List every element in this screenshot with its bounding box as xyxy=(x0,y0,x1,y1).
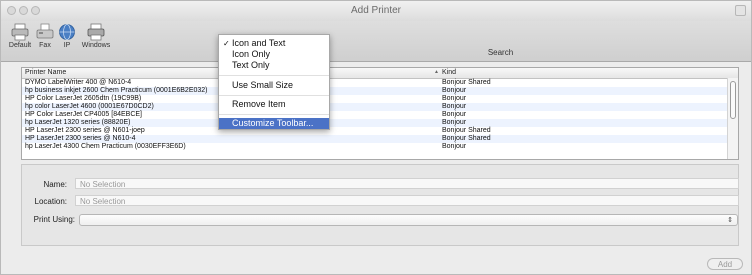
toolbar-item-label: Windows xyxy=(81,42,111,49)
printer-name: HP Color LaserJet CP4005 [84EBCE] xyxy=(25,111,142,118)
menu-item-customize-toolbar[interactable]: Customize Toolbar... xyxy=(219,118,329,129)
printer-row[interactable]: hp LaserJet 4300 Chem Practicum (0030EFF… xyxy=(22,143,728,151)
checkmark-icon: ✓ xyxy=(223,39,230,48)
name-field[interactable] xyxy=(75,178,739,189)
printer-row[interactable]: hp LaserJet 1320 series (88820E) Bonjour xyxy=(22,119,728,127)
printer-list-header: Printer Name ▲ Kind xyxy=(22,68,738,79)
menu-item-label: Customize Toolbar... xyxy=(232,118,314,128)
printer-kind: Bonjour xyxy=(442,143,467,150)
toolbar-item-default[interactable]: Default xyxy=(5,23,35,49)
printer-kind: Bonjour xyxy=(442,95,467,102)
menu-item-text-only[interactable]: Text Only xyxy=(219,60,329,71)
menu-separator xyxy=(219,114,329,115)
printer-name: HP Color LaserJet 2605dtn (19C99B) xyxy=(25,95,142,102)
location-label: Location: xyxy=(34,197,67,206)
column-header-printer-name[interactable]: Printer Name xyxy=(25,69,66,76)
print-using-popup[interactable]: ⇕ xyxy=(79,214,738,226)
printer-name: hp LaserJet 1320 series (88820E) xyxy=(25,119,131,126)
menu-item-icon-and-text[interactable]: ✓ Icon and Text xyxy=(219,38,329,49)
toolbar-item-label: Fax xyxy=(39,42,51,49)
name-label: Name: xyxy=(43,180,67,189)
windows-printer-icon xyxy=(87,23,105,41)
menu-item-use-small-size[interactable]: Use Small Size xyxy=(219,80,329,91)
window-title: Add Printer xyxy=(350,5,402,16)
column-header-kind[interactable]: Kind xyxy=(442,69,456,76)
printer-name: DYMO LabelWriter 400 @ N610-4 xyxy=(25,79,132,86)
menu-separator xyxy=(219,95,329,96)
toolbar-item-ip[interactable]: IP xyxy=(56,23,78,49)
menu-item-label: Text Only xyxy=(232,60,270,70)
printer-name: hp color LaserJet 4600 (0001E67D0CD2) xyxy=(25,103,154,110)
add-button[interactable]: Add xyxy=(707,258,743,270)
printer-row[interactable]: HP Color LaserJet CP4005 [84EBCE] Bonjou… xyxy=(22,111,728,119)
printer-list[interactable]: Printer Name ▲ Kind DYMO LabelWriter 400… xyxy=(21,67,739,160)
printer-row[interactable]: hp business inkjet 2600 Chem Practicum (… xyxy=(22,87,728,95)
name-value: No Selection xyxy=(80,180,126,189)
toolbar: Default Fax IP Windows Search xyxy=(1,21,751,62)
menu-item-label: Icon Only xyxy=(232,49,271,59)
title-bar: Add Printer xyxy=(1,1,751,22)
printer-kind: Bonjour Shared xyxy=(442,127,491,134)
popup-arrows-icon: ⇕ xyxy=(727,217,733,224)
toolbar-item-fax[interactable]: Fax xyxy=(33,23,57,49)
add-printer-window: Add Printer Default Fax IP Windows Searc… xyxy=(0,0,752,275)
printer-row[interactable]: HP Color LaserJet 2605dtn (19C99B) Bonjo… xyxy=(22,95,728,103)
menu-item-label: Remove Item xyxy=(232,99,286,109)
printer-kind: Bonjour xyxy=(442,87,467,94)
fax-icon xyxy=(36,23,54,39)
printer-name: HP LaserJet 2300 series @ N601-joep xyxy=(25,127,145,134)
printer-row[interactable]: HP LaserJet 2300 series @ N610-4 Bonjour… xyxy=(22,135,728,143)
toolbar-item-windows[interactable]: Windows xyxy=(78,23,114,49)
printer-row[interactable]: DYMO LabelWriter 400 @ N610-4 Bonjour Sh… xyxy=(22,79,728,87)
printer-name: hp LaserJet 4300 Chem Practicum (0030EFF… xyxy=(25,143,186,150)
ip-globe-icon xyxy=(59,24,75,40)
printer-kind: Bonjour Shared xyxy=(442,79,491,86)
toolbar-context-menu: ✓ Icon and Text Icon Only Text Only Use … xyxy=(218,34,330,130)
location-value: No Selection xyxy=(80,197,126,206)
scrollbar-thumb[interactable] xyxy=(730,81,736,119)
sort-ascending-icon: ▲ xyxy=(434,69,439,75)
location-field[interactable] xyxy=(75,195,739,206)
menu-item-label: Icon and Text xyxy=(232,38,286,48)
printer-kind: Bonjour xyxy=(442,103,467,110)
printer-kind: Bonjour xyxy=(442,111,467,118)
toolbar-toggle-button[interactable] xyxy=(735,5,746,16)
menu-item-remove-item[interactable]: Remove Item xyxy=(219,99,329,110)
printer-name: hp business inkjet 2600 Chem Practicum (… xyxy=(25,87,208,94)
printer-name: HP LaserJet 2300 series @ N610-4 xyxy=(25,135,136,142)
default-printer-icon xyxy=(11,23,29,41)
printer-kind: Bonjour xyxy=(442,119,467,126)
print-using-label: Print Using: xyxy=(33,215,75,224)
menu-separator xyxy=(219,75,329,76)
menu-item-icon-only[interactable]: Icon Only xyxy=(219,49,329,60)
printer-row[interactable]: HP LaserJet 2300 series @ N601-joep Bonj… xyxy=(22,127,728,135)
printer-row[interactable]: hp color LaserJet 4600 (0001E67D0CD2) Bo… xyxy=(22,103,728,111)
printer-list-scrollbar[interactable] xyxy=(727,78,738,159)
toolbar-item-label: IP xyxy=(63,42,71,49)
toolbar-item-label: Default xyxy=(8,42,32,49)
printer-kind: Bonjour Shared xyxy=(442,135,491,142)
menu-item-label: Use Small Size xyxy=(232,80,294,90)
